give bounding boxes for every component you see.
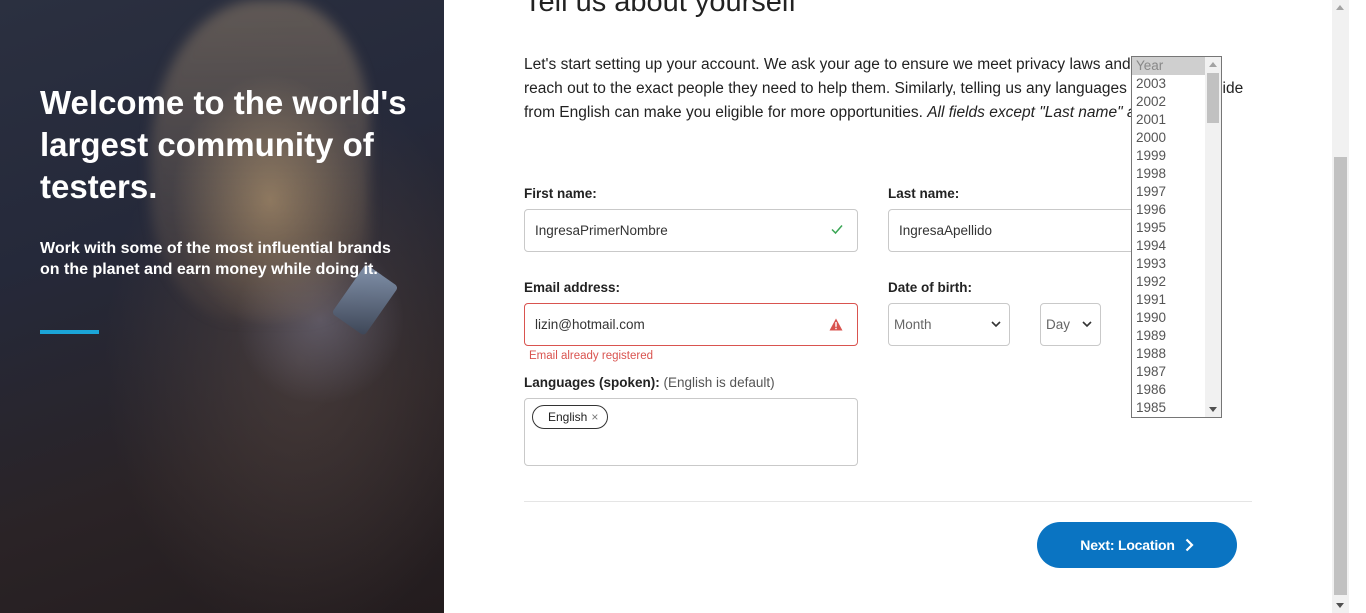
languages-label-text: Languages (spoken): (524, 375, 660, 390)
hero-subtitle: Work with some of the most influential b… (40, 240, 391, 278)
languages-label: Languages (spoken): (English is default) (524, 375, 775, 390)
next-location-button[interactable]: Next: Location (1037, 522, 1237, 568)
email-label: Email address: (524, 280, 621, 295)
chevron-down-icon (1082, 321, 1092, 328)
first-name-value: IngresaPrimerNombre (535, 223, 668, 238)
chevron-down-icon (991, 321, 1001, 328)
languages-input[interactable]: English × (524, 398, 858, 466)
scroll-down-arrow-icon[interactable] (1209, 407, 1217, 412)
hero-panel: Welcome to the world's largest community… (0, 0, 444, 613)
last-name-label: Last name: (888, 186, 960, 201)
languages-hint: (English is default) (663, 375, 775, 390)
scroll-up-arrow-icon[interactable] (1209, 62, 1217, 67)
day-select[interactable]: Day (1040, 303, 1101, 346)
page-title: Tell us about yourself (524, 0, 797, 18)
language-tag-english: English × (532, 405, 609, 429)
scroll-down-arrow-icon[interactable] (1336, 603, 1344, 608)
year-select-dropdown[interactable]: Year 2003 2002 2001 2000 1999 1998 1997 1996 1995… (1131, 56, 1222, 418)
hero-accent-line (40, 330, 99, 334)
email-value: lizin@hotmail.com (535, 317, 645, 332)
year-dropdown-scrollbar[interactable] (1205, 57, 1221, 417)
month-select[interactable]: Month (888, 303, 1010, 346)
scrollbar-thumb[interactable] (1207, 73, 1219, 123)
page-scrollbar[interactable] (1332, 0, 1349, 613)
remove-tag-icon[interactable]: × (591, 410, 598, 424)
chevron-right-icon (1185, 538, 1194, 552)
scroll-up-arrow-icon[interactable] (1336, 5, 1344, 10)
month-select-value: Month (894, 317, 932, 332)
first-name-label: First name: (524, 186, 597, 201)
dob-label: Date of birth: (888, 280, 972, 295)
email-error-message: Email already registered (529, 350, 654, 362)
day-select-value: Day (1046, 317, 1071, 332)
page-scrollbar-thumb[interactable] (1334, 157, 1347, 595)
first-name-field[interactable]: IngresaPrimerNombre (524, 209, 858, 252)
hero-title: Welcome to the world's largest community… (40, 84, 407, 205)
check-icon (831, 225, 843, 235)
language-tag-label: English (548, 410, 588, 424)
warning-icon (829, 318, 843, 331)
next-button-label: Next: Location (1080, 537, 1175, 553)
form-divider (524, 501, 1252, 502)
last-name-field[interactable]: IngresaApellido (888, 209, 1138, 252)
last-name-value: IngresaApellido (899, 223, 993, 238)
email-field[interactable]: lizin@hotmail.com (524, 303, 858, 346)
